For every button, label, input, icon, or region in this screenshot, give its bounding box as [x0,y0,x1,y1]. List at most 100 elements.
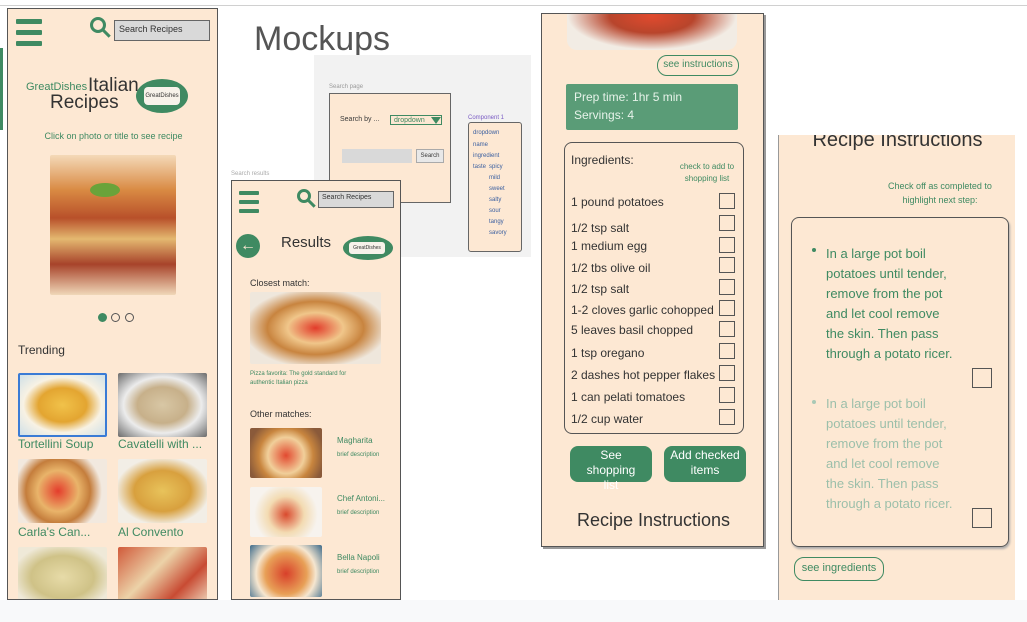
ingredient-checkbox[interactable] [719,300,735,316]
trending-label-1[interactable]: Tortellini Soup [18,437,93,451]
ingredient-checkbox[interactable] [719,237,735,253]
menu-icon[interactable] [239,191,259,218]
wireframe-search-field[interactable] [342,149,412,163]
match-name-3[interactable]: Bella Napoli [337,553,380,562]
ingredient-item: 1 medium egg [571,239,648,253]
option-spicy[interactable]: spicy [489,164,503,170]
closest-match-photo[interactable] [250,292,381,364]
ingredient-checkbox[interactable] [719,343,735,359]
page-title: Mockups [254,20,391,58]
match-desc-3: brief description [337,569,380,575]
step-2-checkbox[interactable] [972,508,992,528]
bottom-strip [0,600,1027,622]
ingredients-label: Ingredients: [571,153,634,167]
recipe-instructions-heading[interactable]: Recipe Instructions [542,510,763,531]
carousel-dots[interactable] [98,309,134,327]
ingredient-checkbox[interactable] [719,321,735,337]
ingredient-item: 1 can pelati tomatoes [571,390,686,404]
results-frame-label: Search results [231,171,270,177]
recipe-screen: see instructions Prep time: 1hr 5 min Se… [541,13,764,547]
see-ingredients-button[interactable]: see ingredients [794,557,884,581]
logo: GreatDishes [136,79,188,113]
search-input[interactable]: Search Recipes [114,20,210,41]
option-sweet[interactable]: sweet [489,186,505,192]
featured-lasagna-photo[interactable] [50,155,176,295]
ingredient-checkbox[interactable] [719,387,735,403]
ingredient-item: 5 leaves basil chopped [571,323,694,337]
add-checked-items-button[interactable]: Add checked items [664,446,746,482]
other-matches-label: Other matches: [250,409,312,419]
ingredient-checkbox[interactable] [719,257,735,273]
match-desc-1: brief description [337,452,380,458]
search-icon[interactable] [297,189,311,203]
option-tangy[interactable]: tangy [489,219,504,225]
search-icon[interactable] [90,17,106,33]
option-sour[interactable]: sour [489,208,501,214]
trending-label-2[interactable]: Cavatelli with ... [118,437,202,451]
match-name-2[interactable]: Chef Antoni... [337,494,385,503]
servings: Servings: 4 [574,108,635,122]
ingredient-item: 1/2 cup water [571,412,644,426]
match-photo[interactable] [250,487,322,537]
option-mild[interactable]: mild [489,175,500,181]
trending-tile[interactable] [118,459,207,523]
step-1-checkbox[interactable] [972,368,992,388]
match-photo[interactable] [250,428,322,478]
results-title: Results [281,234,332,251]
trending-label-4[interactable]: Al Convento [118,525,183,539]
logo-text: GreatDishes [144,87,180,105]
hint-text: Click on photo or title to see recipe [44,131,183,141]
option-savory[interactable]: savory [489,230,507,236]
ingredient-checkbox[interactable] [719,365,735,381]
option-ingredient[interactable]: ingredient [473,153,499,159]
wireframe-search-button[interactable]: Search [416,149,444,163]
see-shopping-list-button[interactable]: See shopping list [570,446,652,492]
trending-tile[interactable] [118,373,207,437]
chevron-down-icon[interactable] [431,117,441,124]
ingredients-panel: Ingredients: check to add to shopping li… [564,142,744,434]
ingredient-checkbox[interactable] [719,279,735,295]
results-search-input[interactable]: Search Recipes [318,191,394,208]
menu-icon[interactable] [16,19,42,52]
ingredient-checkbox[interactable] [719,193,735,209]
trending-tile[interactable] [18,547,107,599]
option-taste[interactable]: taste [473,164,486,170]
wireframe-label: Search page [329,84,364,90]
match-name-1[interactable]: Magharita [337,436,373,445]
check-hint: check to add to shopping list [679,162,735,183]
carousel-dot[interactable] [124,313,134,322]
see-instructions-button[interactable]: see instructions [657,55,739,76]
back-arrow-icon[interactable]: ← [236,234,260,258]
prep-time: Prep time: 1hr 5 min [574,90,683,104]
closest-match-label: Closest match: [250,278,310,288]
component-label: Component 1 [468,115,505,121]
step-1-text: In a large pot boil potatoes until tende… [826,246,953,361]
match-desc-2: brief description [337,510,380,516]
logo: GreatDishes [343,236,393,260]
trending-tile[interactable] [18,459,107,523]
left-accent-bar [0,48,3,130]
option-dropdown[interactable]: dropdown [473,130,499,136]
ingredient-item: 1/2 tsp salt [571,282,630,296]
ingredient-item: 2 dashes hot pepper flakes [571,368,716,382]
ingredient-checkbox[interactable] [719,409,735,425]
step-2-text: In a large pot boil potatoes until tende… [826,396,953,511]
option-salty[interactable]: salty [489,197,501,203]
option-name[interactable]: name [473,142,488,148]
trending-tile[interactable] [118,547,207,599]
steps-panel: In a large pot boil potatoes until tende… [791,217,1009,547]
dropdown-options-panel: dropdown name ingredient taste spicy mil… [468,122,522,252]
carousel-dot-active[interactable] [98,313,107,322]
brand-title-recipes: Recipes [50,92,119,113]
ingredient-checkbox[interactable] [719,215,735,231]
logo-text: GreatDishes [349,242,385,254]
carousel-dot[interactable] [111,313,121,322]
instructions-screen: Recipe Instructions Check off as complet… [778,135,1015,600]
closest-match-caption[interactable]: Pizza favorita: The gold standard for au… [250,370,370,388]
trending-label-3[interactable]: Carla's Can... [18,525,90,539]
match-photo[interactable] [250,545,322,597]
step-bullet-icon [812,400,816,404]
ingredient-item: 1/2 tsp salt [571,221,630,235]
trending-tile[interactable] [18,373,107,437]
recipe-photo [567,14,737,50]
